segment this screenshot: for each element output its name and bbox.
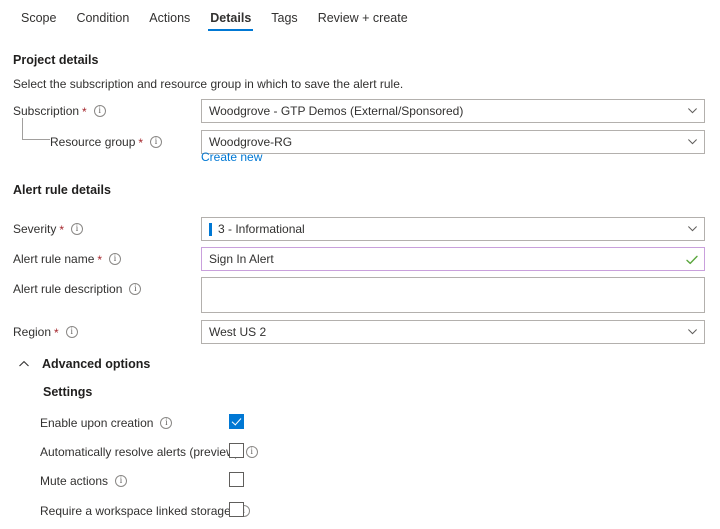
chevron-down-icon <box>687 105 696 114</box>
subscription-required-marker: * <box>82 106 87 118</box>
resource-group-value: Woodgrove-RG <box>209 135 292 149</box>
create-new-resource-group-link[interactable]: Create new <box>201 150 262 164</box>
tab-details[interactable]: Details <box>200 0 261 34</box>
alert-rule-description-label-text: Alert rule description <box>13 282 122 296</box>
info-icon[interactable] <box>109 253 121 265</box>
info-icon[interactable] <box>246 446 258 458</box>
alert-rule-description-textarea[interactable] <box>201 277 705 313</box>
chevron-down-icon <box>687 326 696 335</box>
tab-tags-label: Tags <box>271 11 297 25</box>
alert-rule-name-input[interactable]: Sign In Alert <box>201 247 705 271</box>
severity-dropdown[interactable]: 3 - Informational <box>201 217 705 241</box>
info-icon[interactable] <box>160 417 172 429</box>
tab-tags[interactable]: Tags <box>261 0 307 34</box>
alert-rule-details-heading: Alert rule details <box>13 183 111 197</box>
alert-rule-name-label-text: Alert rule name <box>13 252 94 266</box>
resource-group-label: Resource group * <box>50 134 162 150</box>
advanced-options-title: Advanced options <box>42 357 150 371</box>
severity-value: 3 - Informational <box>218 222 305 236</box>
alert-rule-name-required-marker: * <box>97 254 102 266</box>
severity-color-indicator <box>209 223 212 236</box>
tab-scope[interactable]: Scope <box>11 0 66 34</box>
tab-details-label: Details <box>210 11 251 25</box>
require-workspace-storage-label: Require a workspace linked storage <box>40 503 250 519</box>
advanced-options-toggle[interactable]: Advanced options <box>18 355 150 373</box>
tab-scope-label: Scope <box>21 11 56 25</box>
chevron-down-icon <box>687 223 696 232</box>
auto-resolve-alerts-label: Automatically resolve alerts (preview) <box>40 444 258 460</box>
region-required-marker: * <box>54 327 59 339</box>
region-value: West US 2 <box>209 325 266 339</box>
resource-group-required-marker: * <box>138 137 143 149</box>
alert-rule-description-value <box>202 278 704 286</box>
enable-upon-creation-checkbox[interactable] <box>229 414 244 429</box>
region-label: Region * <box>13 324 78 340</box>
require-workspace-storage-label-text: Require a workspace linked storage <box>40 504 231 518</box>
info-icon[interactable] <box>71 223 83 235</box>
info-icon[interactable] <box>150 136 162 148</box>
info-icon[interactable] <box>129 283 141 295</box>
severity-label: Severity * <box>13 221 83 237</box>
region-label-text: Region <box>13 325 51 339</box>
chevron-up-icon <box>18 358 30 370</box>
tab-condition[interactable]: Condition <box>66 0 139 34</box>
project-details-description: Select the subscription and resource gro… <box>13 77 403 91</box>
tab-actions-label: Actions <box>149 11 190 25</box>
severity-required-marker: * <box>59 224 64 236</box>
mute-actions-label: Mute actions <box>40 473 127 489</box>
resource-group-dropdown[interactable]: Woodgrove-RG <box>201 130 705 154</box>
subscription-label-text: Subscription <box>13 104 79 118</box>
mute-actions-checkbox[interactable] <box>229 472 244 487</box>
enable-upon-creation-label-text: Enable upon creation <box>40 416 153 430</box>
validation-check-icon <box>686 254 697 265</box>
auto-resolve-alerts-checkbox[interactable] <box>229 443 244 458</box>
alert-rule-description-label: Alert rule description <box>13 281 141 297</box>
severity-label-text: Severity <box>13 222 56 236</box>
subscription-label: Subscription * <box>13 103 106 119</box>
tab-actions[interactable]: Actions <box>139 0 200 34</box>
project-details-heading: Project details <box>13 53 98 67</box>
wizard-tab-bar: Scope Condition Actions Details Tags Rev… <box>0 0 720 36</box>
chevron-down-icon <box>687 136 696 145</box>
alert-rule-name-label: Alert rule name * <box>13 251 121 267</box>
alert-rule-name-value: Sign In Alert <box>209 252 274 266</box>
auto-resolve-alerts-label-text: Automatically resolve alerts (preview) <box>40 445 239 459</box>
subscription-dropdown[interactable]: Woodgrove - GTP Demos (External/Sponsore… <box>201 99 705 123</box>
enable-upon-creation-label: Enable upon creation <box>40 415 172 431</box>
subscription-value: Woodgrove - GTP Demos (External/Sponsore… <box>209 104 463 118</box>
tab-condition-label: Condition <box>76 11 129 25</box>
settings-subheading: Settings <box>43 385 92 399</box>
tab-review-create-label: Review + create <box>318 11 408 25</box>
resource-group-label-text: Resource group <box>50 135 135 149</box>
info-icon[interactable] <box>115 475 127 487</box>
region-dropdown[interactable]: West US 2 <box>201 320 705 344</box>
info-icon[interactable] <box>94 105 106 117</box>
require-workspace-storage-checkbox[interactable] <box>229 502 244 517</box>
hierarchy-connector-line <box>22 118 50 140</box>
info-icon[interactable] <box>66 326 78 338</box>
mute-actions-label-text: Mute actions <box>40 474 108 488</box>
tab-review-create[interactable]: Review + create <box>308 0 418 34</box>
